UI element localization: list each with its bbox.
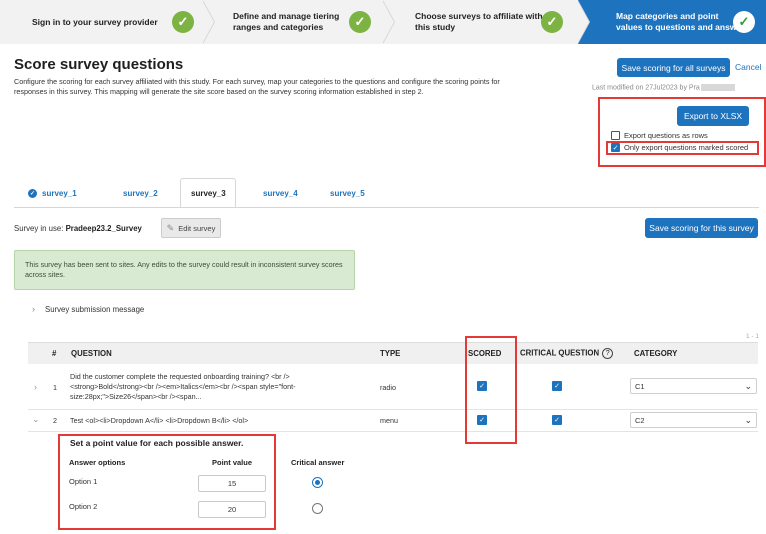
- point-value-input[interactable]: 15: [198, 475, 266, 492]
- table-row: › 1 Did the customer complete the reques…: [28, 366, 758, 410]
- scored-column-highlight-box: [465, 336, 517, 444]
- row-number: 2: [53, 416, 57, 425]
- check-circle-icon: ✓: [172, 11, 194, 33]
- tab-survey-1[interactable]: ✓ survey_1: [28, 178, 123, 208]
- pagination-count: 1 - 1: [746, 333, 760, 340]
- point-values-title: Set a point value for each possible answ…: [70, 438, 244, 448]
- wizard-step-label: values to questions and answers: [616, 22, 750, 32]
- last-modified-text: Last modified on 27Jul2023 by Pra: [592, 84, 735, 91]
- chevron-down-icon: ⌄: [744, 381, 752, 391]
- save-all-surveys-button[interactable]: Save scoring for all surveys: [617, 58, 730, 77]
- tab-survey-2[interactable]: survey_2: [123, 178, 180, 208]
- table-row: ⌄ 2 Test <ol><li>Dropdown A</li> <li>Dro…: [28, 410, 758, 432]
- questions-table-header: # QUESTION TYPE SCORED CRITICAL QUESTION…: [28, 342, 758, 364]
- tab-survey-5[interactable]: survey_5: [330, 178, 380, 208]
- submission-message-toggle[interactable]: › Survey submission message: [32, 304, 144, 314]
- export-scored-label: Only export questions marked scored: [624, 143, 749, 152]
- tab-label: survey_1: [42, 188, 77, 198]
- pencil-icon: ✎: [166, 222, 175, 233]
- chevron-down-icon[interactable]: ⌄: [32, 414, 40, 425]
- export-rows-label: Export questions as rows: [624, 131, 708, 140]
- question-text: Test <ol><li>Dropdown A</li> <li>Dropdow…: [70, 416, 249, 425]
- export-scored-option[interactable]: ✓ Only export questions marked scored: [611, 143, 748, 152]
- point-value-header: Point value: [212, 458, 253, 467]
- page-description: Configure the scoring for each survey af…: [14, 77, 500, 96]
- survey-tabs: ✓ survey_1 survey_2 survey_3 survey_4 su…: [28, 178, 380, 208]
- wizard-step-label: Define and manage tiering: [233, 11, 340, 21]
- chevron-right-icon[interactable]: ›: [34, 382, 37, 392]
- col-critical: CRITICAL QUESTION?: [520, 348, 614, 359]
- answer-option-label: Option 1: [69, 477, 98, 486]
- wizard-step-label: ranges and categories: [233, 22, 324, 32]
- critical-checkbox[interactable]: ✓: [552, 381, 562, 391]
- row-number: 1: [53, 383, 57, 392]
- category-select[interactable]: C1 ⌄: [630, 378, 757, 394]
- critical-checkbox[interactable]: ✓: [552, 415, 562, 425]
- export-scored-checkbox[interactable]: ✓: [611, 143, 620, 152]
- answer-option-label: Option 2: [69, 502, 98, 511]
- tab-label: survey_5: [330, 188, 365, 198]
- category-select[interactable]: C2 ⌄: [630, 412, 757, 428]
- wizard-step-sign-in[interactable]: Sign in to your survey provider ✓: [0, 0, 215, 44]
- survey-in-use: Survey in use: Pradeep23.2_Survey: [14, 224, 142, 233]
- tab-survey-3[interactable]: survey_3: [180, 178, 236, 208]
- check-circle-icon: ✓: [349, 11, 371, 33]
- edit-survey-button[interactable]: ✎ Edit survey: [161, 218, 221, 238]
- question-type: radio: [380, 383, 396, 392]
- check-circle-icon: ✓: [541, 11, 563, 33]
- edit-survey-label: Edit survey: [178, 223, 216, 233]
- tab-divider: [14, 207, 759, 208]
- export-rows-option[interactable]: Export questions as rows: [611, 131, 708, 140]
- cancel-link[interactable]: Cancel: [735, 62, 761, 72]
- critical-answer-radio[interactable]: [312, 477, 323, 488]
- point-value-input[interactable]: 20: [198, 501, 266, 518]
- tab-survey-4[interactable]: survey_4: [263, 178, 330, 208]
- save-survey-button[interactable]: Save scoring for this survey: [645, 218, 758, 238]
- export-rows-checkbox[interactable]: [611, 131, 620, 140]
- col-type: TYPE: [380, 349, 401, 358]
- sent-to-sites-alert: This survey has been sent to sites. Any …: [14, 250, 355, 290]
- progress-wizard: Sign in to your survey provider ✓ Define…: [0, 0, 766, 44]
- wizard-step-label: Sign in to your survey provider: [32, 16, 158, 27]
- survey-name: Pradeep23.2_Survey: [65, 224, 142, 233]
- tab-label: survey_3: [191, 188, 226, 198]
- redacted-name: [700, 84, 735, 91]
- wizard-step-label: Choose surveys to affiliate with: [415, 11, 543, 21]
- chevron-down-icon: ⌄: [744, 415, 752, 425]
- check-circle-icon: ✓: [28, 188, 37, 198]
- export-xlsx-button[interactable]: Export to XLSX: [677, 106, 749, 126]
- chevron-right-icon: ›: [32, 304, 35, 314]
- tab-label: survey_2: [123, 188, 158, 198]
- submission-label: Survey submission message: [45, 304, 145, 314]
- page-title: Score survey questions: [14, 56, 184, 73]
- wizard-step-choose-surveys[interactable]: Choose surveys to affiliate with this st…: [383, 0, 590, 44]
- question-type: menu: [380, 416, 398, 425]
- wizard-step-label: this study: [415, 22, 456, 32]
- critical-answer-radio[interactable]: [312, 503, 323, 514]
- check-circle-icon: ✓: [733, 11, 755, 33]
- answer-options-header: Answer options: [69, 458, 126, 467]
- help-icon[interactable]: ?: [602, 348, 614, 359]
- wizard-step-label: Map categories and point: [616, 11, 719, 21]
- wizard-step-tiering[interactable]: Define and manage tiering ranges and cat…: [203, 0, 395, 44]
- col-num: #: [52, 349, 57, 358]
- col-category: CATEGORY: [634, 349, 678, 358]
- wizard-step-map-categories[interactable]: Map categories and point values to quest…: [578, 0, 766, 44]
- question-text: Did the customer complete the requested …: [70, 372, 296, 401]
- tab-label: survey_4: [263, 188, 298, 198]
- critical-answer-header: Critical answer: [291, 458, 345, 467]
- col-question: QUESTION: [71, 349, 112, 358]
